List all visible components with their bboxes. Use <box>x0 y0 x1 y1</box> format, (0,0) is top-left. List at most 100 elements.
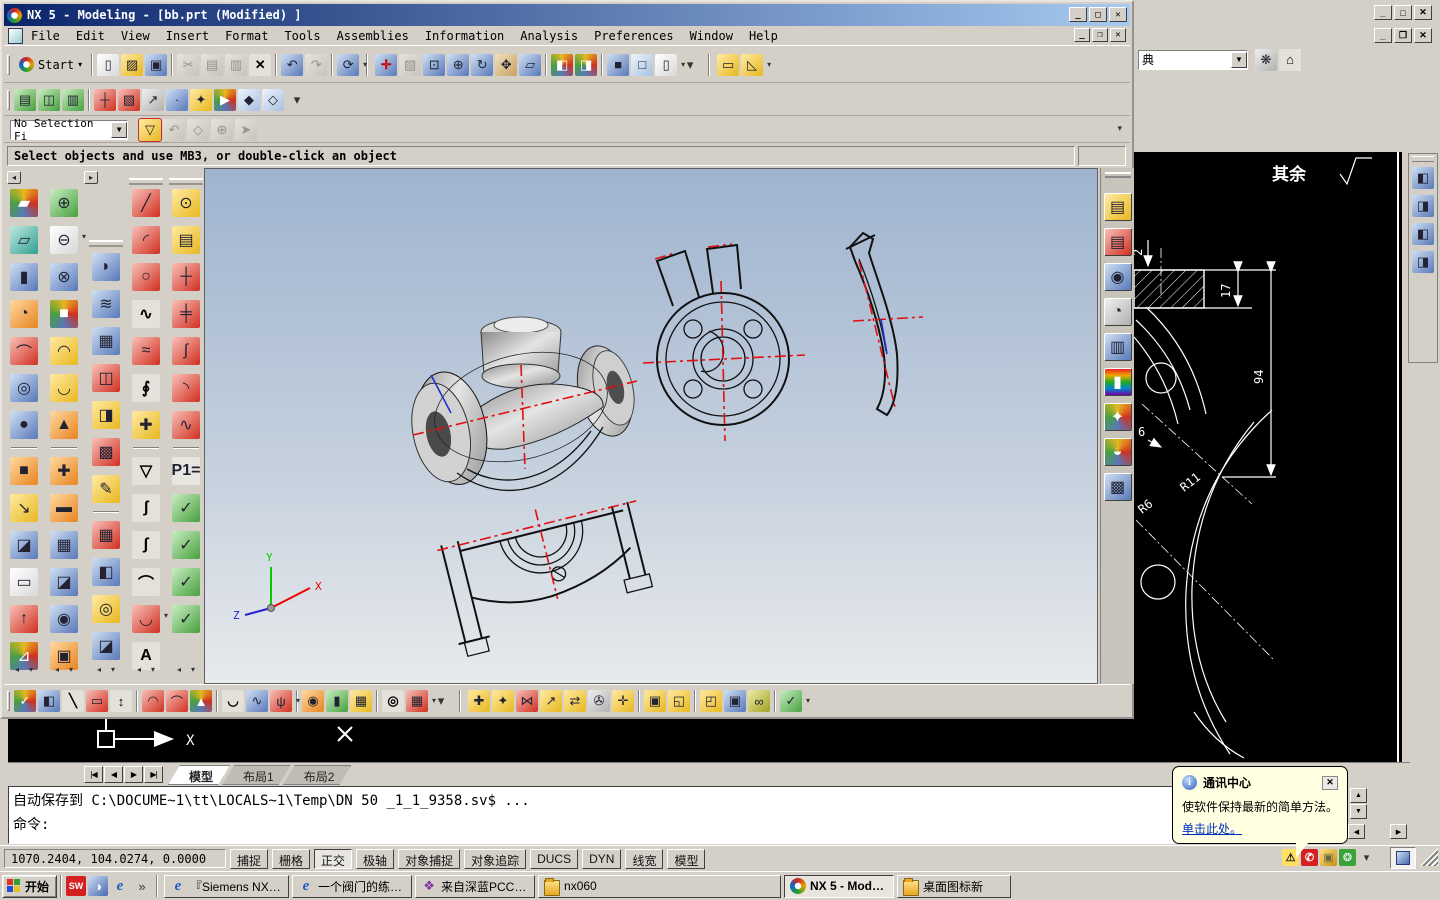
window-layout-icon[interactable]: ▯ ▾ <box>655 53 685 76</box>
diamond-send-icon[interactable]: ◇ <box>262 88 284 111</box>
hole-feature-icon[interactable]: ◉ <box>50 605 78 633</box>
examine-geometry-icon[interactable]: ✓ <box>172 494 200 522</box>
snap-point-icon[interactable]: ◇ <box>187 118 209 141</box>
cross-feature-icon[interactable]: ✚ <box>50 457 78 485</box>
acad-app-window-button[interactable]: ✕ <box>1414 5 1432 20</box>
trim-sheet-icon[interactable]: ◪ <box>92 632 120 660</box>
styled-sweep-icon[interactable]: ✎ <box>92 475 120 503</box>
selection-scope-icon[interactable]: ▽▾ <box>138 117 169 142</box>
extrude-icon[interactable]: ▮ <box>10 263 38 291</box>
status-toggle-button[interactable]: 线宽 <box>625 848 664 869</box>
combine-curve-icon[interactable]: ∫ <box>132 531 160 559</box>
stitch-icon[interactable]: ▦ <box>50 531 78 559</box>
scroll-up-button[interactable]: ▲ <box>1350 788 1367 803</box>
acad-doc-window-button[interactable]: _ <box>1374 28 1392 43</box>
offset-region-icon[interactable]: ◪ <box>10 531 38 559</box>
scroll-down-button[interactable]: ▼ <box>1350 804 1367 819</box>
move-face-icon[interactable]: ↘ <box>10 494 38 522</box>
menu-item[interactable]: View <box>113 27 158 45</box>
menu-item[interactable]: Tools <box>276 27 328 45</box>
status-toggle-button[interactable]: 极轴 <box>356 848 395 869</box>
explode-assembly-icon[interactable]: ◰ <box>700 690 722 712</box>
zoom-in-out-icon[interactable]: ⊕ <box>447 53 470 76</box>
colorful-quilt-icon[interactable]: ▦ <box>350 690 372 712</box>
workspace-combo[interactable]: 典 ▼ <box>1138 49 1248 70</box>
hole-icon[interactable]: ● <box>10 411 38 439</box>
orient-view-icon[interactable]: ⟳ ▾ <box>337 53 367 76</box>
point-constructor-icon[interactable]: ∙ <box>166 88 188 111</box>
selection-bar-overflow-icon[interactable]: ▾ <box>1117 123 1122 134</box>
add-component-icon[interactable]: ✚ <box>468 690 490 712</box>
nx-child-window-button[interactable]: ✕ <box>1110 28 1126 42</box>
column-more-tools-icon[interactable]: ▾ <box>107 663 119 675</box>
menu-item[interactable]: Help <box>741 27 786 45</box>
nx-child-window-button[interactable]: ❐ <box>1092 28 1108 42</box>
layer-category-icon[interactable]: ▥ <box>62 88 84 111</box>
curve-length-icon[interactable]: ∫ <box>172 337 200 365</box>
toolbar-grip[interactable] <box>7 691 10 711</box>
helix-icon[interactable]: ∮ <box>132 374 160 402</box>
toolbar-grip[interactable] <box>7 89 10 110</box>
column-scroll-back-icon[interactable]: ◂ <box>51 663 63 675</box>
petal-surface-icon[interactable]: ⌒ <box>166 690 188 712</box>
nx-title-bar[interactable]: NX 5 - Modeling - [bb.prt (Modified) ] _… <box>4 4 1130 26</box>
acad-drawing-area-bottom[interactable]: X <box>8 719 1134 762</box>
acad-app-window-button[interactable]: □ <box>1394 5 1412 20</box>
start-menu-button[interactable]: Start ▾ <box>13 52 88 78</box>
tube-icon[interactable]: ◎ <box>10 374 38 402</box>
move-component-icon[interactable]: ↗ <box>540 690 562 712</box>
toolbar-overflow-icon[interactable]: ▾ <box>286 89 308 111</box>
new-component-icon[interactable]: ✦ <box>492 690 514 712</box>
start-button[interactable]: 开始 <box>2 874 58 898</box>
tab-nav-button[interactable]: ▶| <box>144 766 163 783</box>
column-scroll-back-icon[interactable]: ◂ <box>11 663 23 675</box>
flange-icon[interactable]: ◡ <box>50 374 78 402</box>
trimetric-view-icon[interactable]: ◨ <box>575 53 598 76</box>
pan-view-icon[interactable]: ✥ <box>495 53 518 76</box>
nx-child-window-button[interactable]: _ <box>1074 28 1090 42</box>
selection-filter-arrow-icon[interactable]: ▼ <box>111 121 127 138</box>
menu-item[interactable]: Insert <box>158 27 217 45</box>
shaded-view-icon[interactable]: ■▾ <box>607 53 637 76</box>
copy-icon[interactable]: ▤ <box>201 53 224 76</box>
draft-analysis-icon[interactable]: ╲ <box>62 690 84 712</box>
scene-settings-icon[interactable]: ▥ <box>1103 333 1132 361</box>
vector-icon[interactable]: ↑ <box>10 605 38 633</box>
menu-item[interactable]: Preferences <box>586 27 681 45</box>
workspace-combo-arrow-icon[interactable]: ▼ <box>1231 51 1247 68</box>
status-toggle-button[interactable]: 正交 <box>314 848 353 869</box>
status-toggle-button[interactable]: 对象捕捉 <box>398 848 461 869</box>
toolbar-grip[interactable] <box>89 240 123 247</box>
fan-surface-icon[interactable]: ◠ <box>142 690 164 712</box>
undo-icon[interactable]: ↶ <box>281 53 304 76</box>
shell-face-icon[interactable]: ◧ <box>38 690 60 712</box>
workspace-settings-icon[interactable]: ❋ <box>1255 48 1277 71</box>
task-button[interactable]: ❖ 来自深蓝PCCAD2007&... <box>415 874 536 898</box>
acad-drawing[interactable]: 其余 2 <box>1134 152 1402 762</box>
cone-axes-icon[interactable]: ▲ <box>190 690 212 712</box>
palette-button-1-icon[interactable]: ◧ <box>1412 167 1434 189</box>
toolbar-grip[interactable] <box>169 178 203 185</box>
status-toggle-button[interactable]: DUCS <box>530 848 579 869</box>
datum-axes-icon[interactable]: ↗ <box>142 88 164 111</box>
task-button[interactable]: e 一个阀门的练习题 算... <box>292 874 413 898</box>
palette-button-3-icon[interactable]: ◧ <box>1412 223 1434 245</box>
bend-icon[interactable]: ◠ <box>50 337 78 365</box>
selection-filter-combo[interactable]: No Selection Fi ▼ <box>10 117 128 143</box>
palette-icon[interactable]: ▮ <box>1103 368 1132 396</box>
lock-icon[interactable]: ▣ <box>1320 849 1337 866</box>
column-scroll-back-icon[interactable]: ◂ <box>133 663 145 675</box>
show-component-icon[interactable]: ▣ <box>644 690 666 712</box>
edit-spline-icon[interactable]: ∿ <box>246 690 268 712</box>
status-toggle-button[interactable]: 模型 <box>667 848 706 869</box>
spline-icon[interactable]: ∿ <box>132 300 160 328</box>
revolve-icon[interactable]: ◔ <box>10 300 38 328</box>
menu-item[interactable]: Analysis <box>512 27 586 45</box>
feature-dimension-icon[interactable]: ↕ <box>110 690 132 712</box>
diamond-tool-icon[interactable]: ◆ <box>238 88 260 111</box>
scroll-left-button[interactable]: ◀ <box>1348 824 1365 839</box>
scroll-right-button[interactable]: ▶ <box>1390 824 1407 839</box>
history-icon[interactable]: ◔ <box>1103 298 1132 326</box>
palette-button-2-icon[interactable]: ◨ <box>1412 195 1434 217</box>
p1-expression-icon[interactable]: P1= <box>172 457 200 485</box>
